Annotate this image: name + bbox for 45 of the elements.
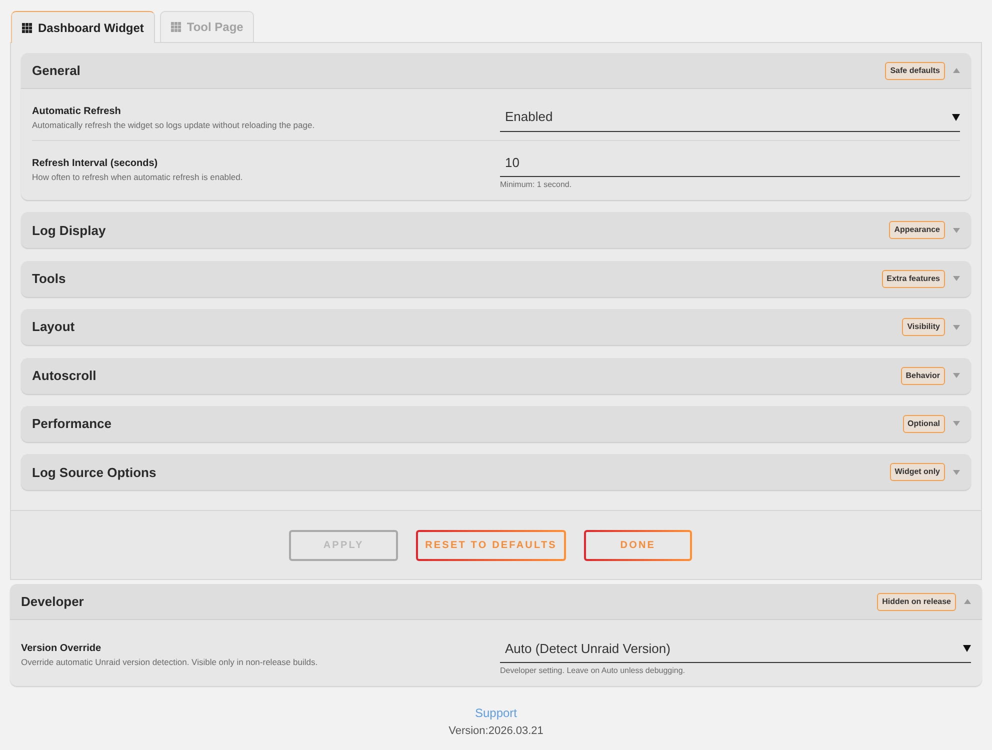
caret-icon: [963, 644, 971, 652]
section-badge: Extra features: [882, 270, 945, 288]
setting-label: Version Override: [21, 642, 102, 656]
section-title: Developer: [21, 593, 84, 612]
setting-label: Refresh Interval (seconds): [32, 156, 159, 170]
caret-icon[interactable]: [953, 421, 960, 426]
caret-icon[interactable]: [953, 470, 960, 475]
section-badge: Safe defaults: [885, 62, 945, 80]
action-button[interactable]: RESET TO DEFAULTS: [416, 530, 566, 561]
grid-icon: [22, 22, 32, 32]
caret-icon[interactable]: [953, 68, 960, 73]
section-title: Log Display: [32, 222, 106, 240]
setting-description: Override automatic Unraid version detection. Visible only in non-release builds.: [21, 657, 319, 668]
action-button[interactable]: DONE: [584, 530, 692, 561]
section-badge: Visibility: [902, 318, 945, 336]
section-title: Performance: [32, 415, 112, 434]
support-link[interactable]: Support: [474, 705, 518, 722]
setting-description: Automatically refresh the widget so logs update without reloading the page.: [32, 120, 316, 130]
version-text: Version:2026.03.21: [448, 724, 544, 740]
section-badge: Appearance: [889, 221, 945, 240]
field-hint: Developer setting. Leave on Auto unless debugging.: [500, 666, 686, 676]
caret-icon[interactable]: [953, 373, 960, 378]
grid-icon: [170, 22, 181, 32]
tab[interactable]: Tool Page: [160, 11, 254, 42]
section-title: Layout: [32, 318, 75, 336]
dropdown-field[interactable]: Enabled: [500, 103, 960, 132]
field-hint: Minimum: 1 second.: [500, 180, 573, 190]
setting-label: Automatic Refresh: [32, 104, 122, 118]
section-badge: Widget only: [890, 463, 945, 482]
caret-icon[interactable]: [953, 228, 960, 233]
section-title: Log Source Options: [32, 464, 156, 482]
caret-icon[interactable]: [953, 276, 960, 282]
tab[interactable]: Dashboard Widget: [11, 11, 155, 43]
number-field[interactable]: 10: [500, 149, 960, 177]
setting-description: How often to refresh when automatic refresh is enabled.: [32, 172, 244, 182]
section-badge: Behavior: [900, 366, 945, 385]
section-title: General: [32, 62, 80, 80]
caret-icon[interactable]: [964, 599, 971, 604]
caret-icon[interactable]: [953, 324, 960, 330]
section-title: Autoscroll: [32, 366, 96, 385]
dropdown-field[interactable]: Auto (Detect Unraid Version): [500, 634, 971, 664]
section-title: Tools: [32, 270, 66, 288]
section-badge: Hidden on release: [877, 592, 956, 611]
section-badge: Optional: [902, 414, 945, 433]
caret-icon: [952, 114, 960, 120]
